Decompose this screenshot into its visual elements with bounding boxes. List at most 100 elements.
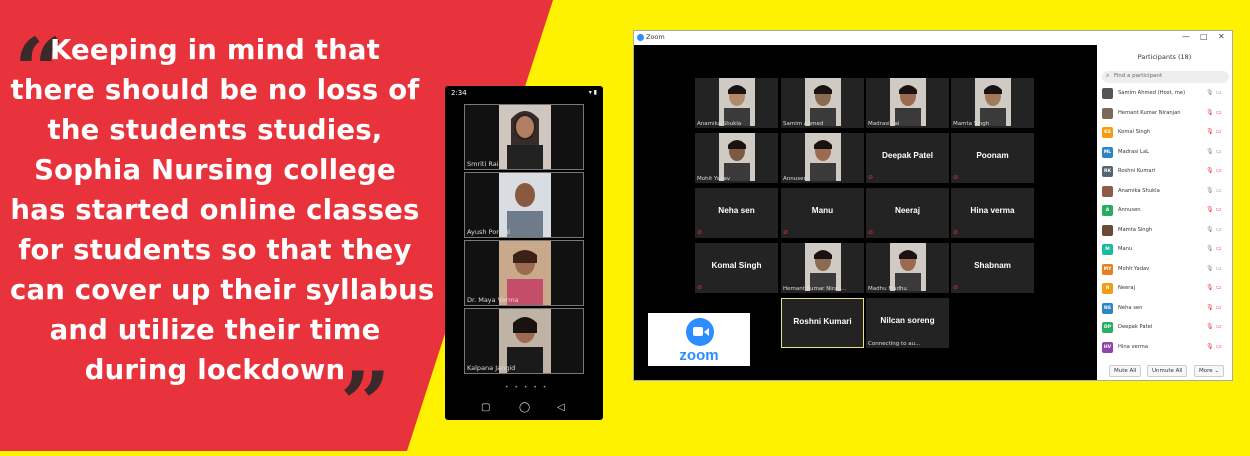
video-tile[interactable]: Madhu Madhu (866, 243, 949, 293)
mic-icon[interactable]: 🎙︎ (1206, 187, 1214, 194)
home-button[interactable]: ◯ (519, 402, 530, 413)
back-button[interactable]: ◁ (557, 402, 565, 413)
muted-mic-icon: ⊘ (868, 229, 874, 236)
participant-photo (805, 243, 841, 291)
participant-row[interactable]: M Manu 🎙︎ ▭ (1102, 243, 1229, 257)
video-off-icon[interactable]: ▭ (1216, 304, 1222, 311)
video-tile[interactable]: Poonam ⊘ (951, 133, 1034, 183)
participant-row[interactable]: MY Mohit Yadav 🎙︎ ▭ (1102, 263, 1229, 277)
video-icon[interactable]: ▭ (1216, 148, 1222, 155)
mic-icon[interactable]: 🎙︎ (1206, 89, 1214, 96)
video-tile[interactable]: Nilcan soreng Connecting to au... (866, 298, 949, 348)
video-off-icon[interactable]: ▭ (1216, 245, 1222, 252)
mic-muted-icon[interactable]: 🎙︎ (1206, 206, 1214, 213)
mic-muted-icon[interactable]: 🎙︎ (1206, 109, 1214, 116)
video-tile[interactable]: Annusen (781, 133, 864, 183)
video-tile[interactable]: Komal Singh ⊘ (695, 243, 778, 293)
video-tile[interactable]: Neeraj ⊘ (866, 188, 949, 238)
video-off-icon[interactable]: ▭ (1216, 109, 1222, 116)
zoom-camera-icon (686, 318, 714, 346)
video-off-icon[interactable]: ▭ (1216, 128, 1222, 135)
participant-photo (890, 243, 926, 291)
mic-muted-icon[interactable]: 🎙︎ (1206, 167, 1214, 174)
video-off-icon[interactable]: ▭ (1216, 284, 1222, 291)
video-off-icon[interactable]: ▭ (1216, 167, 1222, 174)
mic-icon[interactable]: 🎙︎ (1206, 245, 1214, 252)
participant-row[interactable]: KS Komal Singh 🎙︎ ▭ (1102, 126, 1229, 140)
quote-line: has started online classes (10, 194, 420, 226)
video-tile[interactable]: Anamika Shukla (695, 78, 778, 128)
quote-line: Keeping in mind that (50, 34, 380, 66)
participant-photo (719, 78, 755, 126)
video-tile[interactable]: Mohit Yadav (695, 133, 778, 183)
participant-row[interactable]: Mamta Singh 🎙︎ ▭ (1102, 224, 1229, 238)
avatar: ML (1102, 146, 1113, 158)
participant-label: Roshni Kumari (793, 317, 852, 326)
phone-video-tile[interactable]: Smriti Rai (464, 104, 584, 170)
video-icon[interactable]: ▭ (1216, 226, 1222, 233)
participant-label: Komal Singh (711, 261, 762, 270)
participant-row[interactable]: Samim Ahmed (Host, me) 🎙︎ ▭ (1102, 87, 1229, 101)
participant-row[interactable]: DP Deepak Patel 🎙︎ ▭ (1102, 321, 1229, 335)
participant-row[interactable]: N Neeraj 🎙︎ ▭ (1102, 282, 1229, 296)
video-tile[interactable]: Manu ⊘ (781, 188, 864, 238)
avatar: KS (1102, 127, 1113, 138)
video-tile[interactable]: Neha sen ⊘ (695, 188, 778, 238)
avatar: DP (1102, 322, 1113, 333)
video-tile[interactable]: Roshni Kumari (781, 298, 864, 348)
mic-muted-icon[interactable]: 🎙︎ (1206, 284, 1214, 291)
participant-name: Kalpana Jangid (467, 364, 516, 372)
participant-row[interactable]: ML Madrasi LaL 🎙︎ ▭ (1102, 146, 1229, 160)
participant-row[interactable]: RK Roshni Kumari 🎙︎ ▭ (1102, 165, 1229, 179)
minimize-button[interactable]: — (1182, 32, 1190, 41)
video-off-icon[interactable]: ▭ (1216, 206, 1222, 213)
video-icon[interactable]: ▭ (1216, 265, 1222, 272)
participant-photo (499, 105, 551, 169)
participant-name: Samim Ahmed (Host, me) (1118, 90, 1186, 96)
participant-row[interactable]: Anamika Shukla 🎙︎ ▭ (1102, 185, 1229, 199)
mic-icon[interactable]: 🎙︎ (1206, 148, 1214, 155)
zoom-window: Zoom — □ ✕ Anamika Shukla Samim Ahmed Madr… (633, 30, 1233, 381)
participant-row[interactable]: HV Hina verma 🎙︎ ▭ (1102, 341, 1229, 355)
participant-label: Hina verma (970, 206, 1015, 215)
unmute-all-button[interactable]: Unmute All (1147, 365, 1188, 377)
participant-name: Annusen (783, 176, 807, 182)
video-tile[interactable]: Madrasi Lal (866, 78, 949, 128)
video-tile[interactable]: Mamta Singh (951, 78, 1034, 128)
video-icon[interactable]: ▭ (1216, 187, 1222, 194)
phone-video-tile[interactable]: Ayush Porwal (464, 172, 584, 238)
video-off-icon[interactable]: ▭ (1216, 343, 1222, 350)
close-button[interactable]: ✕ (1218, 32, 1225, 41)
participant-photo (975, 78, 1011, 126)
participant-row[interactable]: NS Neha sen 🎙︎ ▭ (1102, 302, 1229, 316)
participant-label: Neeraj (894, 206, 921, 215)
mic-muted-icon[interactable]: 🎙︎ (1206, 128, 1214, 135)
avatar (1102, 107, 1113, 119)
avatar: A (1102, 205, 1113, 216)
mic-muted-icon[interactable]: 🎙︎ (1206, 304, 1214, 311)
video-icon[interactable]: ▭ (1216, 89, 1222, 96)
participant-row[interactable]: Hemant Kumar Niranjan 🎙︎ ▭ (1102, 107, 1229, 121)
participant-name: Dr. Maya Verma (467, 296, 519, 304)
participant-name: Neeraj (1118, 285, 1136, 291)
mic-icon[interactable]: 🎙︎ (1206, 265, 1214, 272)
participant-label: Shabnam (974, 261, 1011, 270)
recents-button[interactable]: ▢ (481, 402, 490, 413)
video-off-icon[interactable]: ▭ (1216, 323, 1222, 330)
participant-row[interactable]: A Annusen 🎙︎ ▭ (1102, 204, 1229, 218)
mic-icon[interactable]: 🎙︎ (1206, 226, 1214, 233)
mic-muted-icon[interactable]: 🎙︎ (1206, 343, 1214, 350)
phone-video-tile[interactable]: Kalpana Jangid (464, 308, 584, 374)
participant-search-input[interactable]: ⌕ Find a participant (1102, 71, 1229, 83)
more-button[interactable]: More ⌄ (1194, 365, 1224, 377)
video-tile[interactable]: Hemant Kumar Niran... (781, 243, 864, 293)
participant-name: Mohit Yadav (1118, 265, 1150, 272)
video-tile[interactable]: Samim Ahmed (781, 78, 864, 128)
mic-muted-icon[interactable]: 🎙︎ (1206, 323, 1214, 330)
video-tile[interactable]: Shabnam ⊘ (951, 243, 1034, 293)
video-tile[interactable]: Deepak Patel ⊘ (866, 133, 949, 183)
video-tile[interactable]: Hina verma ⊘ (951, 188, 1034, 238)
maximize-button[interactable]: □ (1200, 32, 1208, 41)
mute-all-button[interactable]: Mute All (1109, 365, 1142, 377)
phone-video-tile[interactable]: Dr. Maya Verma (464, 240, 584, 306)
